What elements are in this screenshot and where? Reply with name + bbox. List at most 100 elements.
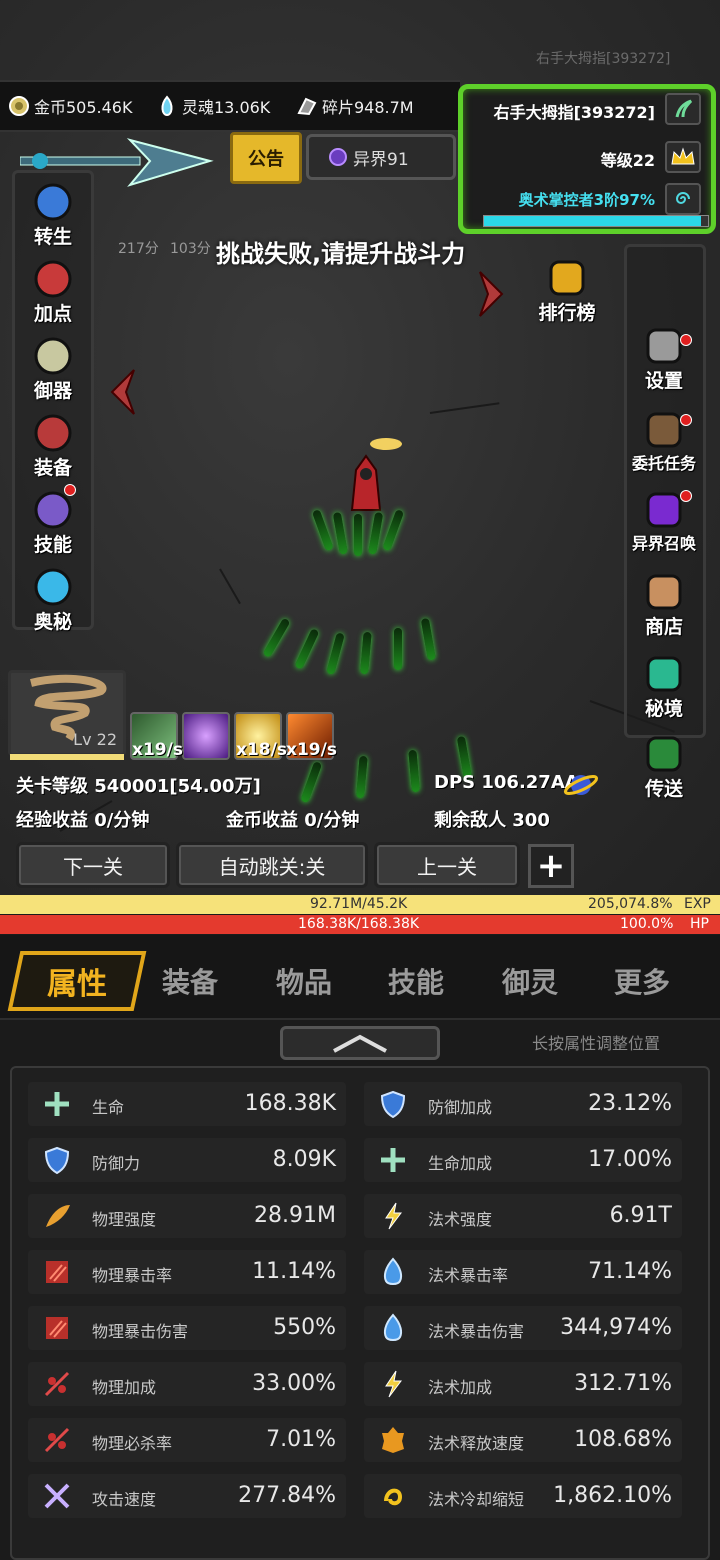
tentacle: [294, 628, 320, 670]
left-menu-label: 装备: [33, 457, 72, 479]
attribute-row[interactable]: 物理暴击率 11.14%: [28, 1250, 346, 1294]
expand-plus-button[interactable]: +: [528, 844, 574, 888]
left-menu-label: 奥秘: [33, 611, 72, 633]
lightning-icon: [376, 1368, 410, 1400]
plus-icon: [40, 1088, 74, 1120]
menu-emblem-icon: [27, 561, 79, 613]
swords-icon: [40, 1480, 74, 1512]
attribute-row[interactable]: 法术暴击率 71.14%: [364, 1250, 682, 1294]
tab-skills[interactable]: 技能: [388, 961, 444, 1001]
attribute-row[interactable]: 物理暴击伤害 550%: [28, 1306, 346, 1350]
attribute-value: 6.91T: [609, 1203, 672, 1228]
right-menu-item[interactable]: 秘境: [627, 648, 701, 721]
attribute-name: 法术暴击伤害: [428, 1322, 525, 1341]
attribute-row[interactable]: 法术冷却缩短 1,862.10%: [364, 1474, 682, 1518]
attribute-row[interactable]: 物理加成 33.00%: [28, 1362, 346, 1406]
left-menu-item[interactable]: 技能: [16, 484, 90, 557]
player-rank: 奥术掌控者3阶97%: [518, 191, 655, 209]
next-stage-button[interactable]: 下一关: [16, 842, 170, 888]
coin-icon: [8, 95, 30, 117]
reorder-hint: 长按属性调整位置: [532, 1034, 661, 1053]
attribute-row[interactable]: 生命 168.38K: [28, 1082, 346, 1126]
attribute-value: 8.09K: [272, 1147, 336, 1172]
attribute-name: 防御加成: [428, 1098, 493, 1117]
attribute-row[interactable]: 防御加成 23.12%: [364, 1082, 682, 1126]
hero-portrait[interactable]: Lv 22: [8, 670, 126, 756]
right-menu-item[interactable]: 排行榜: [530, 252, 604, 325]
challenge-failed-message: 挑战失败,请提升战斗力: [216, 240, 466, 268]
notification-dot: [680, 490, 692, 502]
blue-flame-icon: [376, 1256, 410, 1288]
rank-progress-bar: [483, 215, 709, 227]
menu-emblem-icon: [638, 320, 690, 372]
rank-progress-fill: [484, 216, 702, 226]
slash-icon: [40, 1368, 74, 1400]
attribute-row[interactable]: 法术释放速度 108.68%: [364, 1418, 682, 1462]
right-menu-item[interactable]: 设置: [627, 320, 701, 393]
tab-equipment[interactable]: 装备: [162, 961, 218, 1001]
attribute-value: 312.71%: [574, 1371, 672, 1396]
soul-resource: 灵魂13.06K: [156, 94, 270, 118]
attribute-value: 1,862.10%: [553, 1483, 672, 1508]
attribute-value: 168.38K: [244, 1091, 336, 1116]
scroll-left-icon[interactable]: [106, 366, 138, 418]
attribute-row[interactable]: 法术暴击伤害 344,974%: [364, 1306, 682, 1350]
skill-slot-arcane[interactable]: [182, 712, 230, 760]
tentacle: [300, 761, 323, 804]
tab-spirits[interactable]: 御灵: [502, 961, 558, 1001]
realm-button[interactable]: 异界91: [306, 134, 456, 180]
menu-emblem-icon: [638, 566, 690, 618]
player-level: 等级22: [600, 151, 655, 170]
left-menu-item[interactable]: 奥秘: [16, 561, 90, 634]
skill-rate-2: x18/s: [236, 740, 287, 760]
fire-icon: [376, 1424, 410, 1456]
scroll-right-icon[interactable]: [476, 268, 508, 320]
battle-scene: 右手大拇指[393272] 金币505.46K 灵魂13.06K 碎片948.7…: [0, 0, 720, 895]
score-label-2: 103分: [170, 241, 211, 257]
stage-level: 关卡等级 540001[54.00万]: [16, 776, 261, 797]
exp-bar-tag: EXP: [684, 896, 711, 912]
slash-icon: [40, 1424, 74, 1456]
menu-emblem-icon: [27, 253, 79, 305]
notice-button[interactable]: 公告: [230, 132, 302, 184]
blue-flame-icon: [376, 1312, 410, 1344]
notification-dot: [680, 414, 692, 426]
tab-attributes[interactable]: 属性: [7, 951, 147, 1011]
hero-level: Lv 22: [73, 730, 117, 749]
attribute-row[interactable]: 法术加成 312.71%: [364, 1362, 682, 1406]
attribute-row[interactable]: 物理必杀率 7.01%: [28, 1418, 346, 1462]
attribute-row[interactable]: 防御力 8.09K: [28, 1138, 346, 1182]
tab-attributes-label: 属性: [47, 967, 107, 1002]
soul-amount: 灵魂13.06K: [182, 98, 271, 117]
tab-more[interactable]: 更多: [614, 961, 670, 1001]
score-label-1: 217分: [118, 241, 159, 257]
previous-stage-button[interactable]: 上一关: [374, 842, 520, 888]
tab-items[interactable]: 物品: [276, 961, 332, 1001]
attribute-row[interactable]: 生命加成 17.00%: [364, 1138, 682, 1182]
tentacle: [262, 617, 291, 658]
right-menu-item[interactable]: 传送: [627, 728, 701, 801]
tentacle: [360, 631, 372, 675]
notification-dot: [680, 334, 692, 346]
menu-emblem-icon: [541, 252, 593, 304]
auto-skip-button[interactable]: 自动跳关:关: [176, 842, 368, 888]
left-menu-item[interactable]: 加点: [16, 253, 90, 326]
claw-icon: [40, 1312, 74, 1344]
collapse-button[interactable]: [280, 1026, 440, 1060]
menu-emblem-icon: [638, 728, 690, 780]
right-menu-item[interactable]: 商店: [627, 566, 701, 639]
attribute-row[interactable]: 物理强度 28.91M: [28, 1194, 346, 1238]
attribute-row[interactable]: 攻击速度 277.84%: [28, 1474, 346, 1518]
gold-amount: 金币505.46K: [34, 98, 133, 117]
attribute-row[interactable]: 法术强度 6.91T: [364, 1194, 682, 1238]
dps-value: DPS 106.27AA: [434, 772, 579, 793]
left-menu-item[interactable]: 转生: [16, 176, 90, 249]
left-menu-item[interactable]: 御器: [16, 330, 90, 403]
player-panel[interactable]: 右手大拇指[393272] 等级22 奥术掌控者3阶97%: [458, 84, 716, 234]
claw-avatar-icon: [665, 93, 701, 125]
attribute-name: 物理暴击率: [92, 1266, 173, 1285]
gold-income: 金币收益 0/分钟: [226, 810, 360, 831]
right-menu-label: 委托任务: [631, 454, 696, 473]
exp-bar: 92.71M/45.2K 205,074.8% EXP: [0, 895, 720, 914]
left-menu-item[interactable]: 装备: [16, 407, 90, 480]
